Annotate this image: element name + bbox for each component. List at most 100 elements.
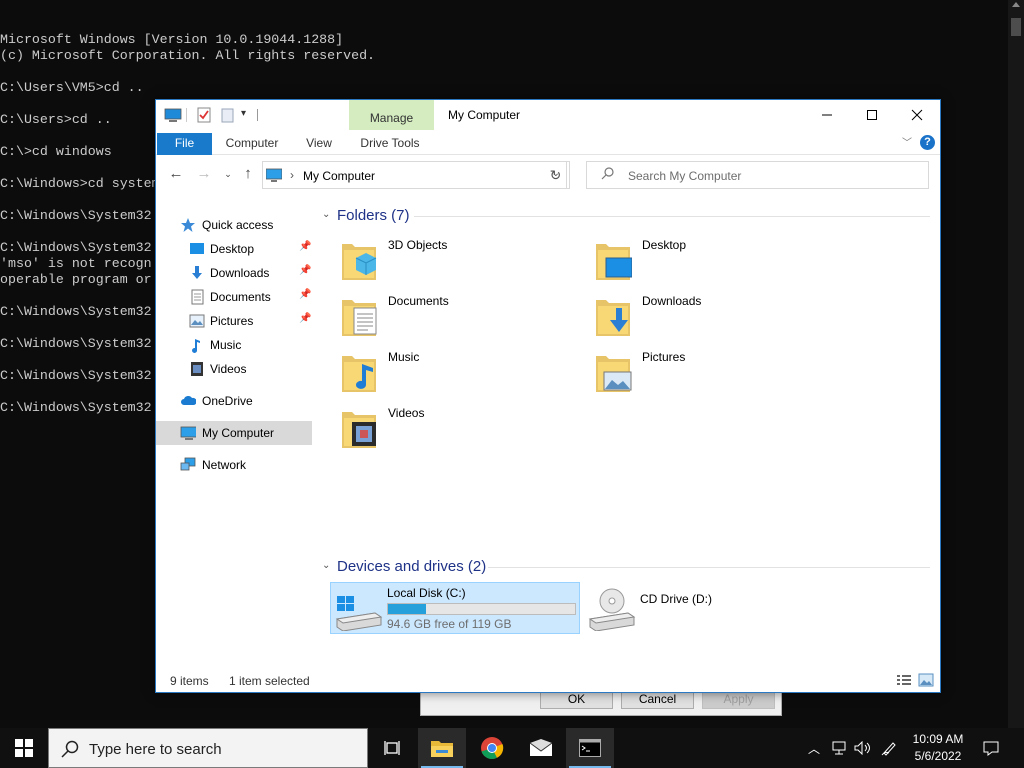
document-icon — [191, 289, 204, 305]
notifications-icon[interactable] — [980, 728, 1002, 768]
start-button[interactable] — [0, 728, 48, 768]
documents-folder-icon — [342, 300, 377, 336]
tab-file[interactable]: File — [157, 133, 212, 155]
sidebar-item-documents[interactable]: Documents 📌 — [156, 285, 312, 309]
computer-icon — [266, 168, 282, 182]
3d-objects-folder-icon — [342, 244, 377, 280]
clock-date: 5/6/2022 — [914, 749, 962, 763]
status-bar: 9 items 1 item selected — [156, 670, 940, 692]
tab-drive-tools[interactable]: Drive Tools — [354, 133, 426, 155]
folder-videos[interactable]: Videos — [326, 402, 566, 452]
sidebar-item-label: Quick access — [202, 218, 274, 232]
mail-icon — [529, 739, 553, 756]
task-view-button[interactable] — [369, 728, 417, 768]
taskbar: Type here to search ︿ 10:09 AM 5/6/2022 — [0, 728, 1024, 768]
back-arrow-icon[interactable]: ← — [166, 164, 186, 184]
hard-drive-icon — [335, 596, 383, 631]
large-icons-view-icon[interactable] — [918, 673, 934, 687]
sidebar-item-my-computer[interactable]: My Computer — [156, 421, 312, 445]
folder-label: Downloads — [642, 294, 702, 308]
pictures-icon — [189, 314, 205, 328]
address-input[interactable]: › My Computer ⌄ — [262, 161, 567, 189]
pen-workspace-icon[interactable] — [878, 728, 900, 768]
scroll-thumb[interactable] — [1011, 18, 1021, 36]
task-view-icon — [384, 741, 400, 755]
sidebar-item-quick-access[interactable]: Quick access — [156, 213, 312, 237]
music-folder-icon — [342, 356, 376, 392]
devices-section-header[interactable]: Devices and drives (2) — [337, 558, 486, 575]
console-scrollbar[interactable] — [1008, 0, 1024, 728]
title-bar[interactable]: ▾ Manage My Computer — [156, 100, 940, 132]
taskbar-command-prompt[interactable] — [566, 728, 614, 768]
collapse-chevron-icon[interactable]: ⌄ — [322, 560, 330, 571]
new-folder-icon[interactable] — [220, 106, 236, 124]
maximize-icon[interactable] — [849, 100, 895, 130]
help-icon[interactable]: ? — [920, 135, 935, 150]
recent-locations-chevron-icon[interactable]: ⌄ — [218, 164, 238, 184]
pin-icon[interactable]: 📌 — [299, 313, 311, 324]
network-status-icon[interactable] — [828, 728, 850, 768]
search-icon — [61, 740, 79, 758]
collapse-chevron-icon[interactable]: ⌄ — [322, 209, 330, 220]
folders-section-header[interactable]: Folders (7) — [337, 207, 410, 224]
up-arrow-icon[interactable]: ↑ — [238, 164, 258, 184]
search-input[interactable]: Search My Computer — [586, 161, 929, 189]
properties-icon[interactable] — [196, 106, 212, 124]
folder-pictures[interactable]: Pictures — [580, 346, 820, 396]
console-line: C:\Users\VM5>cd .. — [0, 80, 144, 95]
sidebar-item-videos[interactable]: Videos — [156, 357, 312, 381]
folder-downloads[interactable]: Downloads — [580, 290, 820, 340]
pin-icon[interactable]: 📌 — [299, 241, 311, 252]
sidebar-item-music[interactable]: Music — [156, 333, 312, 357]
details-view-icon[interactable] — [896, 673, 912, 687]
customize-qat-icon[interactable]: ▾ — [241, 108, 246, 126]
folder-3d-objects[interactable]: 3D Objects — [326, 234, 566, 284]
sidebar-item-label: Documents — [210, 290, 271, 304]
tab-computer[interactable]: Computer — [220, 133, 284, 155]
folder-desktop[interactable]: Desktop — [580, 234, 820, 284]
pin-icon[interactable]: 📌 — [299, 265, 311, 276]
sidebar-item-desktop[interactable]: Desktop 📌 — [156, 237, 312, 261]
tab-view[interactable]: View — [299, 133, 339, 155]
folder-label: Documents — [388, 294, 449, 308]
drive-free-space: 94.6 GB free of 119 GB — [387, 617, 512, 631]
show-hidden-icons-chevron-icon[interactable]: ︿ — [804, 728, 824, 768]
collapse-ribbon-chevron-icon[interactable]: ﹀ — [902, 134, 912, 149]
breadcrumb-separator-icon[interactable]: › — [290, 168, 294, 182]
taskbar-chrome[interactable] — [468, 728, 516, 768]
minimize-icon[interactable] — [804, 100, 850, 130]
system-clock[interactable]: 10:09 AM 5/6/2022 — [904, 731, 972, 765]
folder-label: Videos — [388, 406, 425, 420]
tab-manage[interactable]: Manage — [349, 100, 434, 132]
music-note-icon — [192, 339, 200, 353]
taskbar-mail[interactable] — [517, 728, 565, 768]
sidebar-item-onedrive[interactable]: OneDrive — [156, 389, 312, 413]
sidebar-item-downloads[interactable]: Downloads 📌 — [156, 261, 312, 285]
breadcrumb[interactable]: My Computer — [303, 169, 375, 183]
volume-icon[interactable] — [852, 728, 874, 768]
command-prompt-icon — [579, 739, 601, 757]
drive-local-disk-c[interactable]: Local Disk (C:) 94.6 GB free of 119 GB — [330, 582, 580, 634]
content-pane: ⌄ Folders (7) 3D Objects Desktop Documen… — [316, 200, 936, 670]
folder-music[interactable]: Music — [326, 346, 566, 396]
drive-cd-d[interactable]: CD Drive (D:) — [584, 582, 834, 634]
pin-icon[interactable]: 📌 — [299, 289, 311, 300]
console-line: (c) Microsoft Corporation. All rights re… — [0, 48, 376, 63]
search-placeholder: Search My Computer — [628, 169, 742, 183]
refresh-icon[interactable]: ↻ — [542, 161, 570, 189]
taskbar-search-input[interactable]: Type here to search — [48, 728, 368, 768]
taskbar-file-explorer[interactable] — [418, 728, 466, 768]
folder-label: 3D Objects — [388, 238, 448, 252]
taskbar-search-placeholder: Type here to search — [89, 741, 222, 758]
section-divider — [414, 216, 930, 217]
sidebar-item-pictures[interactable]: Pictures 📌 — [156, 309, 312, 333]
sidebar-item-network[interactable]: Network — [156, 453, 312, 477]
scroll-up-arrow-icon[interactable] — [1012, 2, 1020, 7]
search-icon — [601, 167, 615, 184]
desktop-folder-icon — [596, 244, 632, 280]
folder-documents[interactable]: Documents — [326, 290, 566, 340]
sidebar-item-label: Downloads — [210, 266, 270, 280]
close-icon[interactable] — [894, 100, 940, 130]
sidebar-item-label: My Computer — [202, 426, 275, 440]
